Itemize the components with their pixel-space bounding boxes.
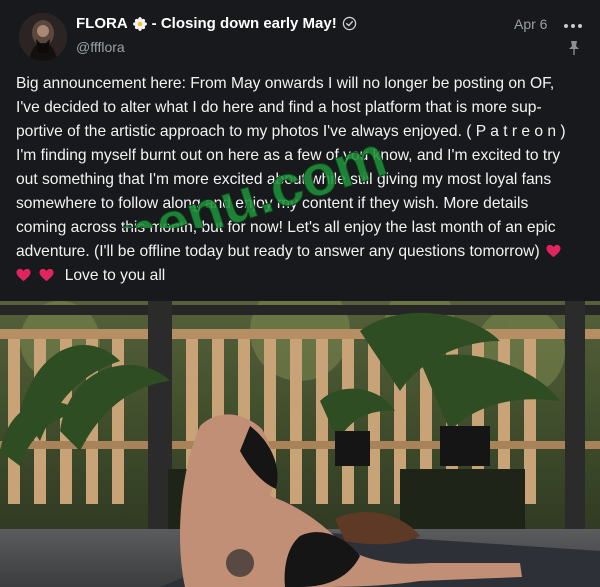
more-dots-icon: [564, 24, 582, 28]
post-text-line: I've decided to alter what I do here and…: [16, 99, 542, 116]
post-text: Big announcement here: From May onwards …: [16, 72, 588, 288]
post-text-line: coming across this month, but for now! L…: [16, 216, 588, 240]
pin-icon: [567, 40, 581, 56]
post-text-line-content: coming across this month, but for now! L…: [16, 219, 556, 236]
verified-check-icon: [342, 16, 357, 31]
post-date[interactable]: Apr 6: [514, 16, 547, 32]
more-options-button[interactable]: [562, 16, 584, 36]
post-text-line: somewhere to follow along and enjoy my c…: [16, 195, 529, 212]
post-text-line: Big announcement here: From May onwards …: [16, 75, 555, 92]
author-avatar[interactable]: [19, 13, 67, 61]
post-text-line-content: Love to you all: [64, 267, 166, 284]
post-text-line: I'm finding myself burnt out on here as …: [16, 147, 561, 164]
author-name-text: FLORA: [76, 15, 128, 32]
red-heart-icon: [16, 268, 31, 282]
post-text-line: adventure. (I'll be offline today but re…: [16, 240, 588, 264]
author-display-name[interactable]: FLORA - Closing down early May!: [76, 15, 357, 32]
red-heart-icon: [39, 268, 54, 282]
author-name-suffix: - Closing down early May!: [151, 15, 337, 32]
post-text-line: out something that I'm more excited abou…: [16, 171, 552, 188]
author-handle[interactable]: @ffflora: [76, 39, 125, 55]
post-header: FLORA - Closing down early May! @ffflora…: [0, 0, 600, 70]
post-text-line-content: adventure. (I'll be offline today but re…: [16, 243, 540, 260]
red-heart-icon: [546, 244, 561, 258]
flower-icon: [132, 16, 147, 31]
post-text-line: portive of the artistic approach to my p…: [16, 123, 566, 140]
post-media-photo[interactable]: [0, 301, 600, 587]
post-text-line: Love to you all: [16, 264, 588, 288]
